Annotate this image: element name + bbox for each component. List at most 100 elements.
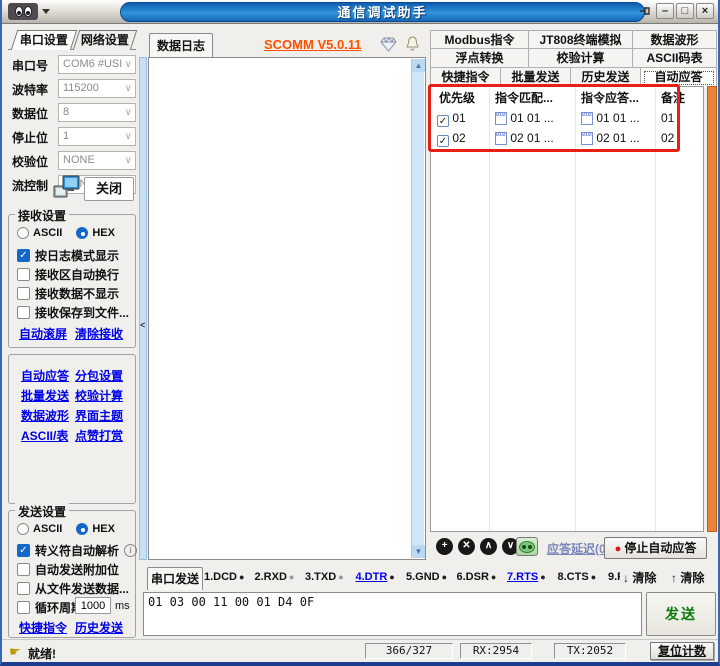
tab-float-convert[interactable]: 浮点转换 bbox=[430, 49, 529, 68]
databits-label: 数据位 bbox=[12, 105, 48, 122]
robot-face-icon[interactable] bbox=[516, 537, 538, 556]
app-logo-eyes-icon[interactable] bbox=[8, 3, 38, 20]
scroll-up-icon[interactable]: ▲ bbox=[412, 59, 425, 72]
radio-send-hex[interactable]: HEX bbox=[76, 523, 115, 535]
tab-modbus[interactable]: Modbus指令 bbox=[430, 30, 529, 49]
parity-select[interactable]: NONE∨ bbox=[58, 151, 136, 170]
stopbits-select[interactable]: 1∨ bbox=[58, 127, 136, 146]
rx-counter: RX:2954 bbox=[460, 643, 532, 659]
app-menu-arrow-icon[interactable] bbox=[42, 9, 50, 14]
pin-dot-icon: ● bbox=[591, 572, 596, 582]
col-match[interactable]: 指令匹配... bbox=[495, 89, 553, 106]
stop-auto-answer-button[interactable]: ●停止自动应答 bbox=[604, 537, 707, 559]
check-label: 自动发送附加位 bbox=[35, 561, 119, 578]
tab-checksum[interactable]: 校验计算 bbox=[529, 49, 633, 68]
info-icon[interactable]: i bbox=[124, 544, 137, 557]
answer-delay-link[interactable]: 应答延迟(0 bbox=[547, 540, 605, 557]
tab-auto-answer[interactable]: 自动应答 bbox=[641, 68, 717, 88]
radio-send-ascii[interactable]: ASCII bbox=[17, 523, 62, 535]
hex-data-icon: 010101 bbox=[495, 112, 507, 125]
check-label: 接收区自动换行 bbox=[35, 266, 119, 283]
link-batch-send[interactable]: 批量发送 bbox=[21, 387, 69, 404]
link-checksum-calc[interactable]: 校验计算 bbox=[75, 387, 123, 404]
link-quick-cmds[interactable]: 快捷指令 bbox=[19, 619, 67, 636]
link-waveform[interactable]: 数据波形 bbox=[21, 407, 69, 424]
databits-value: 8 bbox=[63, 106, 69, 118]
pin-icon[interactable] bbox=[636, 3, 654, 19]
link-donate[interactable]: 点赞打赏 bbox=[75, 427, 123, 444]
link-send-history[interactable]: 历史发送 bbox=[75, 619, 123, 636]
maximize-button[interactable]: □ bbox=[676, 3, 694, 19]
pin-rts-link[interactable]: 7.RTS● bbox=[507, 571, 558, 588]
chevron-down-icon: ∨ bbox=[125, 56, 132, 73]
table-scrollbar[interactable] bbox=[707, 86, 717, 532]
row-checkbox-icon[interactable]: ✓ bbox=[437, 135, 449, 147]
col-priority[interactable]: 优先级 bbox=[439, 89, 475, 106]
version-link[interactable]: SCOMM V5.0.11 bbox=[264, 37, 362, 52]
pin-dot-icon: ● bbox=[540, 572, 545, 582]
pin-dtr-link[interactable]: 4.DTR● bbox=[356, 571, 407, 588]
add-rule-button[interactable]: + bbox=[436, 538, 453, 555]
record-dot-icon: ● bbox=[615, 543, 622, 555]
reset-counter-button[interactable]: 复位计数 bbox=[650, 642, 714, 660]
send-data-input[interactable]: 01 03 00 11 00 01 D4 0F bbox=[143, 592, 642, 636]
clear-label: 清除 bbox=[632, 571, 656, 585]
log-scrollbar[interactable]: ▲ ▼ bbox=[411, 59, 424, 558]
col-reply[interactable]: 指令应答... bbox=[581, 89, 639, 106]
tab-send-history[interactable]: 历史发送 bbox=[571, 68, 641, 87]
row-checkbox-icon[interactable]: ✓ bbox=[437, 115, 449, 127]
col-note[interactable]: 备注 bbox=[661, 89, 685, 106]
tab-serial-send[interactable]: 串口发送 bbox=[147, 567, 203, 590]
link-auto-scroll[interactable]: 自动滚屏 bbox=[19, 325, 67, 342]
tab-serial-settings[interactable]: 串口设置 bbox=[11, 30, 77, 50]
scroll-down-icon[interactable]: ▼ bbox=[412, 545, 425, 558]
send-button[interactable]: 发送 bbox=[646, 592, 716, 636]
move-up-button[interactable]: ∧ bbox=[480, 538, 497, 555]
check-send-from-file[interactable]: 从文件发送数据... bbox=[17, 580, 129, 597]
check-auto-wrap[interactable]: 接收区自动换行 bbox=[17, 266, 119, 283]
tab-network-settings[interactable]: 网络设置 bbox=[73, 30, 137, 50]
table-row[interactable]: ✓ 02 010101 02 01 ... 010101 02 01 ... 0… bbox=[431, 129, 703, 149]
baud-select[interactable]: 115200∨ bbox=[58, 79, 136, 98]
checkbox-icon bbox=[17, 601, 30, 614]
link-ascii-table[interactable]: ASCII/表 bbox=[21, 427, 68, 444]
port-select[interactable]: COM6 #USI∨ bbox=[58, 55, 136, 74]
monitors-icon[interactable] bbox=[52, 174, 82, 202]
bell-icon[interactable] bbox=[404, 36, 421, 55]
radio-icon bbox=[76, 227, 88, 239]
link-ui-theme[interactable]: 界面主题 bbox=[75, 407, 123, 424]
link-auto-answer[interactable]: 自动应答 bbox=[21, 367, 69, 384]
log-collapse-splitter[interactable]: < bbox=[139, 57, 147, 560]
link-packet-setup[interactable]: 分包设置 bbox=[75, 367, 123, 384]
delete-rule-button[interactable]: ✕ bbox=[458, 538, 475, 555]
pin-dot-icon: ● bbox=[239, 572, 244, 582]
tab-waveform[interactable]: 数据波形 bbox=[633, 30, 717, 49]
cycle-period-input[interactable] bbox=[75, 597, 111, 614]
check-append-bits[interactable]: 自动发送附加位 bbox=[17, 561, 119, 578]
check-escape-parse[interactable]: ✓转义符自动解析i bbox=[17, 542, 137, 559]
gem-icon[interactable] bbox=[380, 37, 397, 55]
tab-batch-send[interactable]: 批量发送 bbox=[501, 68, 571, 87]
databits-select[interactable]: 8∨ bbox=[58, 103, 136, 122]
close-button[interactable]: × bbox=[696, 3, 714, 19]
chevron-down-icon: ∨ bbox=[125, 80, 132, 97]
table-row[interactable]: ✓ 01 010101 01 01 ... 010101 01 01 ... 0… bbox=[431, 109, 703, 129]
clear-send-button[interactable]: ↑ 清除 bbox=[671, 569, 704, 588]
check-log-mode[interactable]: ✓按日志模式显示 bbox=[17, 247, 119, 264]
check-save-file[interactable]: 接收保存到文件... bbox=[17, 304, 129, 321]
minimize-button[interactable]: – bbox=[656, 3, 674, 19]
tab-quick-cmds[interactable]: 快捷指令 bbox=[430, 68, 501, 87]
radio-recv-ascii[interactable]: ASCII bbox=[17, 227, 62, 239]
link-clear-recv[interactable]: 清除接收 bbox=[75, 325, 123, 342]
pin-dot-icon: ● bbox=[442, 572, 447, 582]
radio-recv-hex[interactable]: HEX bbox=[76, 227, 115, 239]
check-cycle-send[interactable]: 循环周期 bbox=[17, 599, 83, 616]
tab-data-log[interactable]: 数据日志 bbox=[149, 33, 213, 58]
tab-jt808[interactable]: JT808终端模拟 bbox=[529, 30, 633, 49]
port-close-button[interactable]: 关闭 bbox=[84, 177, 134, 201]
data-log-area[interactable]: ▲ ▼ bbox=[148, 57, 426, 560]
clear-recv-button[interactable]: ↓ 清除 bbox=[623, 569, 656, 588]
check-hide-recv[interactable]: 接收数据不显示 bbox=[17, 285, 119, 302]
tab-ascii-table[interactable]: ASCII码表 bbox=[633, 49, 717, 68]
checkbox-icon bbox=[17, 268, 30, 281]
